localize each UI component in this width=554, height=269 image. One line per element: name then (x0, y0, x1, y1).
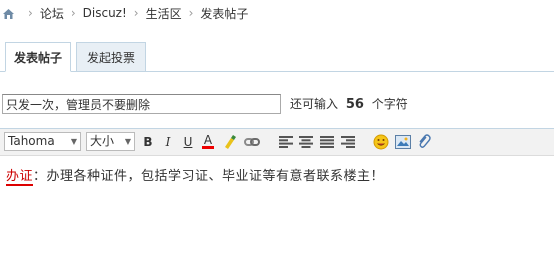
remaining-prefix: 还可输入 (290, 97, 339, 111)
bold-button[interactable]: B (139, 133, 157, 151)
image-icon[interactable] (394, 133, 412, 151)
font-color-letter: A (203, 133, 213, 147)
breadcrumb-separator: › (133, 6, 139, 20)
underline-button[interactable]: U (179, 133, 197, 151)
home-icon[interactable] (2, 7, 15, 20)
color-bar (202, 146, 214, 149)
align-center-icon[interactable] (297, 133, 315, 151)
breadcrumb-separator: › (70, 6, 76, 20)
remaining-count: 56 (345, 97, 364, 112)
font-color-button[interactable]: A (199, 133, 217, 151)
breadcrumb-life-section[interactable]: 生活区 (146, 5, 182, 22)
remaining-suffix: 个字符 (371, 97, 408, 111)
highlight-icon[interactable] (221, 133, 239, 151)
size-select[interactable]: 大小 ▼ (86, 132, 135, 151)
tab-new-poll[interactable]: 发起投票 (76, 42, 146, 72)
attachment-icon[interactable] (415, 133, 433, 151)
breadcrumb-forum[interactable]: 论坛 (40, 5, 64, 22)
breadcrumb: › 论坛 › Discuz! › 生活区 › 发表帖子 (0, 0, 554, 26)
breadcrumb-current: 发表帖子 (200, 6, 249, 21)
align-right-icon[interactable] (339, 133, 357, 151)
italic-button[interactable]: I (159, 133, 177, 151)
size-select-value: 大小 (90, 134, 115, 148)
editor-content[interactable]: 办证：办理各种证件，包括学习证、毕业证等有意者联系楼主！ (6, 165, 385, 186)
subject-input[interactable] (2, 94, 281, 114)
font-select-value: Tahoma (8, 134, 55, 148)
post-type-tabs: 发表帖子 发起投票 (0, 38, 554, 72)
breadcrumb-separator: › (28, 6, 33, 20)
font-select[interactable]: Tahoma ▼ (4, 132, 81, 151)
breadcrumb-discuz[interactable]: Discuz! (83, 6, 127, 20)
editor-toolbar: Tahoma ▼ 大小 ▼ B I U A (0, 129, 554, 156)
align-left-icon[interactable] (277, 133, 295, 151)
chevron-down-icon: ▼ (124, 137, 131, 146)
smiley-icon[interactable] (372, 133, 390, 151)
post-editor: Tahoma ▼ 大小 ▼ B I U A 办证：办理各种证件，包括学习证、毕业… (0, 128, 554, 269)
content-text: ：办理各种证件，包括学习证、毕业证等有意者联系楼主！ (33, 169, 385, 184)
chevron-down-icon: ▼ (70, 137, 77, 146)
tab-new-post[interactable]: 发表帖子 (5, 42, 71, 72)
align-justify-icon[interactable] (318, 133, 336, 151)
remaining-chars: 还可输入 56 个字符 (290, 94, 408, 114)
content-highlight: 办证 (6, 169, 34, 186)
link-icon[interactable] (243, 133, 261, 151)
breadcrumb-separator: › (188, 6, 194, 20)
